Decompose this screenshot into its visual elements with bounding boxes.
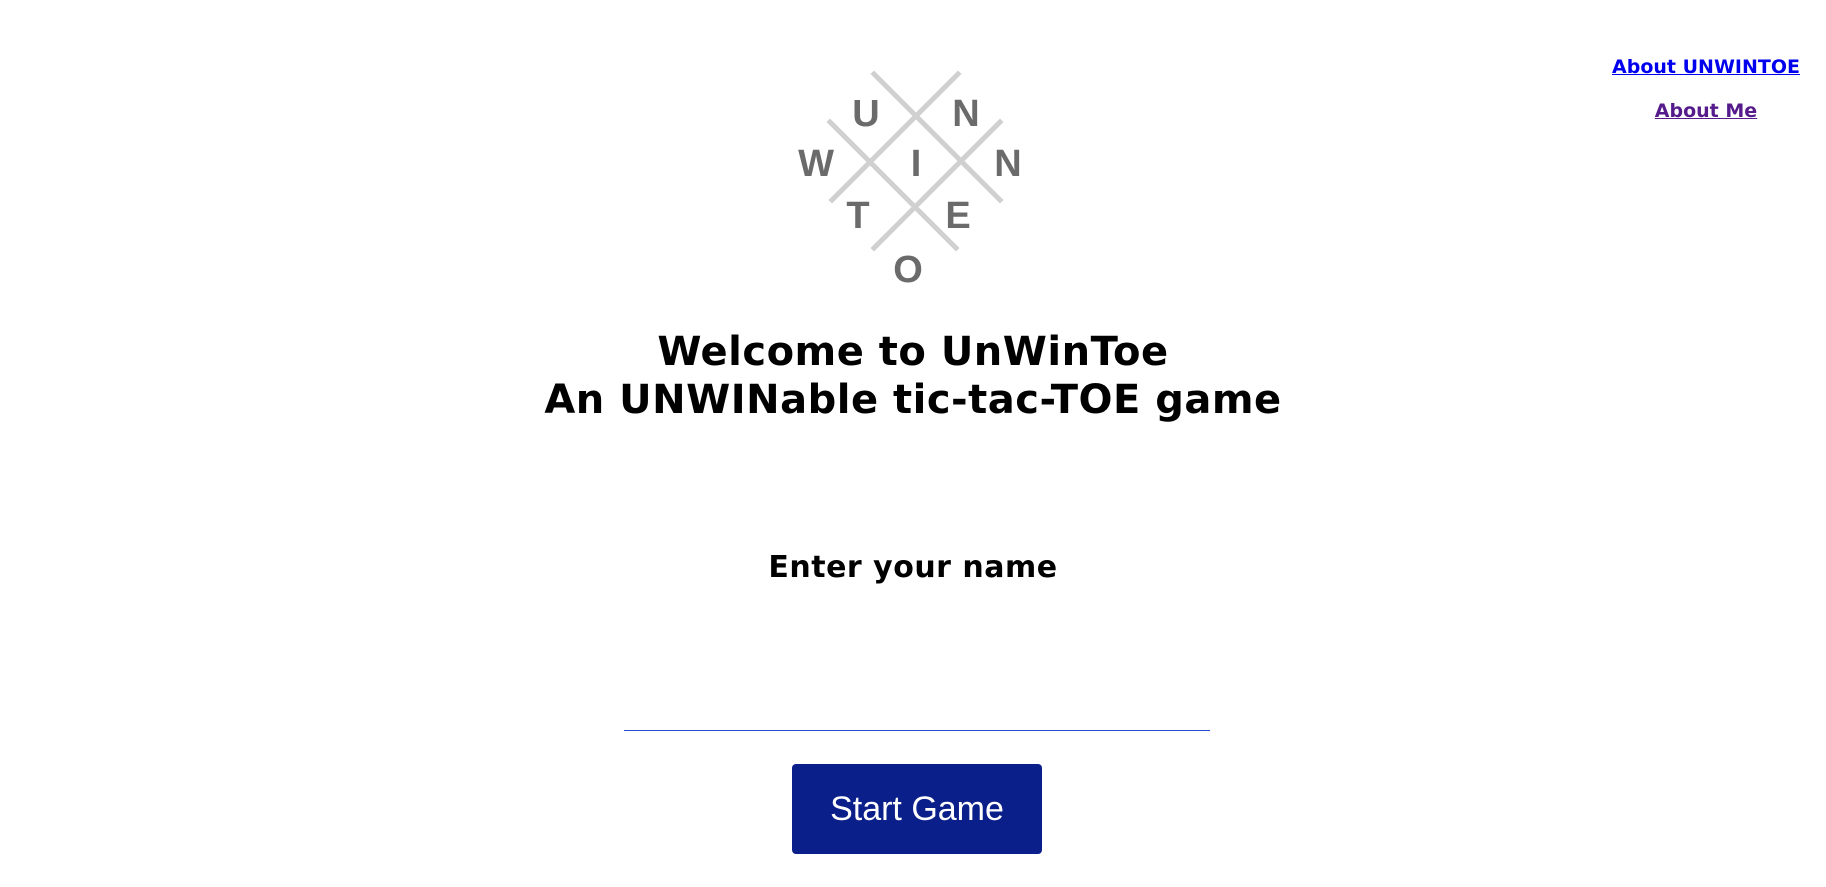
logo-letter: W xyxy=(798,143,834,185)
logo-letter: N xyxy=(952,93,979,135)
name-input[interactable] xyxy=(624,690,1210,731)
logo-letter: N xyxy=(994,143,1021,185)
logo-letter: U xyxy=(852,93,879,135)
unwintoe-logo: U N W I N T E O xyxy=(790,66,1030,296)
about-me-link[interactable]: About Me xyxy=(1592,100,1820,122)
start-game-button[interactable]: Start Game xyxy=(792,764,1042,854)
name-prompt-label: Enter your name xyxy=(768,550,1058,585)
logo-letter: T xyxy=(846,195,869,237)
logo-letter: O xyxy=(893,249,923,291)
logo-letter: E xyxy=(945,195,970,237)
about-unwintoe-link[interactable]: About UNWINTOE xyxy=(1592,56,1820,78)
welcome-heading: Welcome to UnWinToe An UNWINable tic-tac… xyxy=(0,328,1826,424)
top-nav: About UNWINTOE About Me xyxy=(1592,56,1820,122)
welcome-title: Welcome to UnWinToe xyxy=(657,329,1169,375)
logo-graphic: U N W I N T E O xyxy=(798,70,1022,291)
page: About UNWINTOE About Me U N W I N T E O xyxy=(0,0,1826,887)
logo-letter: I xyxy=(911,143,922,185)
welcome-subtitle: An UNWINable tic-tac-TOE game xyxy=(544,377,1282,423)
